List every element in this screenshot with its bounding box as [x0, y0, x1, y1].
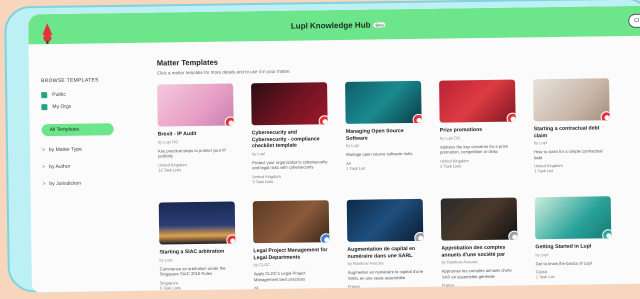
- template-author: by Lupl: [533, 140, 547, 146]
- org-badge-icon: [320, 233, 330, 244]
- template-thumbnail: [251, 82, 328, 126]
- app-title: Lupl Knowledge Hub: [290, 20, 371, 31]
- chevron-right-icon: >: [42, 181, 46, 188]
- template-title: Starting a SIAC arbitration: [159, 248, 225, 256]
- sidebar-heading: BROWSE TEMPLATES: [40, 77, 99, 85]
- template-task-count: 5 Task Lists: [159, 284, 181, 291]
- template-author: by Lupl: [535, 251, 549, 257]
- sidebar: BROWSE TEMPLATES Public My Orgs All Temp…: [40, 77, 153, 188]
- template-title: Managing Open Source Software: [345, 128, 404, 142]
- org-badge-icon: [600, 111, 610, 122]
- template-title: Prize promotions: [439, 127, 483, 134]
- template-author: by Lupl: [252, 150, 265, 156]
- template-task-count: 6 Task Lists: [254, 289, 330, 292]
- template-description: How to claim for a simple contractual de…: [534, 148, 603, 160]
- template-task-count: 2 Task Lists: [440, 162, 462, 169]
- app-screen: Lupl Knowledge Hub Beta Cl BROWSE TEMPLA…: [28, 5, 640, 293]
- template-task-count: 1 Task List: [346, 165, 366, 171]
- template-card[interactable]: Starting a contractual debt claim by Lupl…: [533, 78, 610, 173]
- checkbox-checked-icon: [41, 104, 48, 111]
- template-card[interactable]: Legal Project Management for Legal Depar…: [252, 200, 330, 292]
- template-description: Commence an arbitration under the Singap…: [159, 265, 226, 277]
- template-jurisdiction: France: [347, 283, 361, 289]
- template-card[interactable]: Starting a SIAC arbitration by Lupl Commen…: [158, 201, 236, 291]
- org-badge-icon: [414, 231, 424, 242]
- template-title: Brexit - IP Audit: [157, 131, 197, 138]
- template-thumbnail: [252, 200, 330, 244]
- template-card[interactable]: Cybersecurity and Cybersecurity - compli…: [251, 82, 328, 184]
- template-task-count: 12 Task Lists: [158, 166, 182, 173]
- template-description: Address the key concerns for a prize pro…: [439, 143, 508, 155]
- template-title: Legal Project Management for Legal Depar…: [253, 247, 328, 261]
- filter-my-orgs-checkbox[interactable]: My Orgs: [41, 103, 151, 111]
- template-card[interactable]: Prize promotions by Lupl OG Address the ke…: [439, 79, 516, 169]
- template-grid: Brexit - IP Audit by Lupl OG Key practical…: [157, 78, 640, 292]
- main-content: Matter Templates Click a matter template…: [157, 52, 640, 292]
- template-thumbnail: [346, 198, 424, 242]
- template-thumbnail: [440, 197, 518, 241]
- template-thumbnail: [345, 80, 422, 124]
- template-title: Approbation des comptes annuels d'une so…: [441, 244, 506, 259]
- template-author: by Lupl: [159, 256, 173, 263]
- template-task-count: 1 Task List: [535, 274, 555, 280]
- org-badge-icon: [224, 116, 234, 127]
- template-card[interactable]: Getting Started in Lupl by Lupl Get to kno…: [534, 196, 612, 280]
- sidebar-item-matter-type[interactable]: > by Matter Type: [42, 146, 152, 154]
- template-thumbnail: [533, 78, 610, 122]
- template-card[interactable]: Augmentation de capital en numéraire dan…: [346, 198, 424, 293]
- template-thumbnail: [157, 83, 234, 127]
- template-author: by Lupl: [345, 142, 359, 148]
- template-thumbnail: [534, 196, 612, 240]
- template-description: Augmenter en numéraire le capital d'une …: [347, 268, 424, 281]
- template-author: by Lupl OG: [157, 138, 179, 145]
- template-description: Key practical steps to protect your IP p…: [157, 147, 227, 159]
- template-card[interactable]: Approbation des comptes annuels d'une so…: [440, 197, 518, 293]
- template-author: by CLOC: [253, 261, 271, 268]
- chevron-right-icon: >: [41, 147, 45, 154]
- org-badge-icon: [508, 230, 518, 241]
- template-description: Approuver les comptes annuels d'une SAS …: [441, 267, 512, 280]
- template-card[interactable]: Managing Open Source Software by Lupl Mana…: [345, 80, 422, 171]
- template-title: Starting a contractual debt claim: [533, 125, 600, 139]
- template-author: by Rainbow Avocats: [441, 259, 478, 265]
- template-task-count: 3 Task Lists: [252, 178, 274, 184]
- template-jurisdiction: France: [441, 282, 455, 288]
- template-jurisdiction: All: [253, 285, 259, 291]
- template-description: Protect your organization's cybersecurit…: [252, 158, 328, 171]
- template-author: by Rainbow Avocats: [347, 260, 384, 266]
- template-task-count: 4 Task Lists: [347, 288, 369, 293]
- checkbox-checked-icon: [41, 92, 48, 99]
- org-badge-icon: [412, 113, 422, 124]
- org-badge-icon: [602, 229, 612, 240]
- template-title: Augmentation de capital en numéraire dan…: [347, 245, 416, 260]
- template-thumbnail: [439, 79, 516, 123]
- template-description: Manage open source software risks.: [346, 150, 414, 157]
- template-description: Get to know the basics of Lupl: [535, 259, 592, 266]
- template-task-count: 3 Task Lists: [441, 287, 463, 293]
- template-card[interactable]: Brexit - IP Audit by Lupl OG Key practical…: [157, 83, 234, 172]
- sidebar-item-jurisdiction[interactable]: > by Jurisdiction: [42, 180, 152, 188]
- template-title: Getting Started in Lupl: [535, 243, 592, 251]
- user-menu-button[interactable]: Cl: [628, 13, 640, 28]
- sidebar-item-all-templates[interactable]: All Templates: [41, 123, 114, 137]
- template-task-count: 1 Task List: [534, 168, 554, 174]
- sidebar-item-author[interactable]: > by Author: [42, 163, 152, 171]
- org-badge-icon: [506, 112, 516, 123]
- template-title: Cybersecurity and Cybersecurity - compli…: [251, 129, 320, 150]
- template-thumbnail: [158, 201, 236, 245]
- org-badge-icon: [318, 115, 328, 126]
- org-badge-icon: [226, 234, 236, 245]
- beta-badge: Beta: [373, 21, 386, 28]
- template-author: by Lupl OG: [439, 134, 461, 141]
- lupl-logo-icon[interactable]: [38, 22, 56, 45]
- chevron-right-icon: >: [42, 164, 46, 171]
- filter-public-checkbox[interactable]: Public: [41, 91, 151, 99]
- template-description: Apply CLOC's Legal Project Management be…: [253, 270, 306, 282]
